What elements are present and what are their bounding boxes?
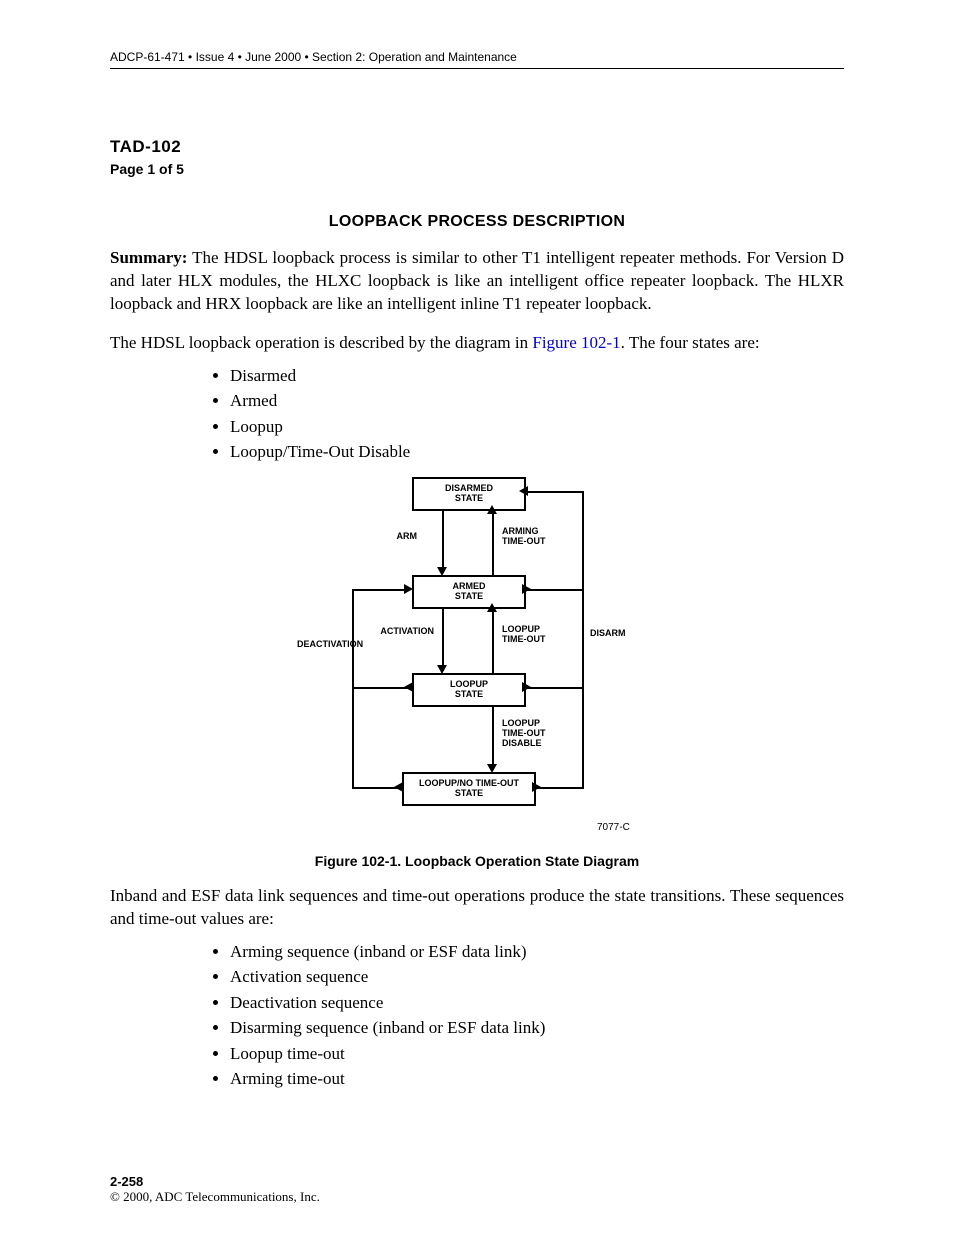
diagram-code: 7077-C — [597, 822, 630, 833]
label-arming-timeout: ARMINGTIME-OUT — [502, 527, 562, 547]
figure-link[interactable]: Figure 102-1 — [532, 333, 620, 352]
list-item: Loopup/Time-Out Disable — [230, 439, 844, 465]
list-item: Deactivation sequence — [230, 990, 844, 1016]
sequence-list: Arming sequence (inband or ESF data link… — [230, 939, 844, 1092]
list-item: Armed — [230, 388, 844, 414]
state-diagram: DISARMEDSTATE ARMEDSTATE LOOPUPSTATE LOO… — [110, 477, 844, 837]
box-armed: ARMEDSTATE — [412, 575, 526, 609]
box-disarmed: DISARMEDSTATE — [412, 477, 526, 511]
label-deactivation: DEACTIVATION — [297, 640, 367, 650]
label-loopup-timeout: LOOPUPTIME-OUT — [502, 625, 562, 645]
state-list: Disarmed Armed Loopup Loopup/Time-Out Di… — [230, 363, 844, 465]
box-notimeout: LOOPUP/NO TIME-OUTSTATE — [402, 772, 536, 806]
intro-paragraph: The HDSL loopback operation is described… — [110, 332, 844, 355]
label-arm: ARM — [367, 532, 417, 542]
list-item: Arming time-out — [230, 1066, 844, 1092]
intro-pre: The HDSL loopback operation is described… — [110, 333, 532, 352]
list-item: Loopup — [230, 414, 844, 440]
list-item: Disarming sequence (inband or ESF data l… — [230, 1015, 844, 1041]
label-loopup-timeout-disable: LOOPUPTIME-OUTDISABLE — [502, 719, 562, 749]
tad-block: TAD-102 Page 1 of 5 — [110, 137, 844, 177]
footer-page-number: 2-258 — [110, 1174, 320, 1189]
summary-text: The HDSL loopback process is similar to … — [110, 248, 844, 313]
list-item: Disarmed — [230, 363, 844, 389]
intro-post: . The four states are: — [621, 333, 760, 352]
label-activation: ACTIVATION — [372, 627, 434, 637]
list-item: Activation sequence — [230, 964, 844, 990]
page-header: ADCP-61-471 • Issue 4 • June 2000 • Sect… — [110, 50, 844, 69]
summary-label: Summary: — [110, 248, 187, 267]
section-title: LOOPBACK PROCESS DESCRIPTION — [110, 213, 844, 231]
transitions-paragraph: Inband and ESF data link sequences and t… — [110, 885, 844, 931]
list-item: Loopup time-out — [230, 1041, 844, 1067]
figure-caption: Figure 102-1. Loopback Operation State D… — [110, 853, 844, 869]
list-item: Arming sequence (inband or ESF data link… — [230, 939, 844, 965]
label-disarm: DISARM — [590, 629, 645, 639]
tad-page: Page 1 of 5 — [110, 161, 844, 177]
tad-code: TAD-102 — [110, 137, 844, 157]
box-loopup: LOOPUPSTATE — [412, 673, 526, 707]
footer-copyright: © 2000, ADC Telecommunications, Inc. — [110, 1189, 320, 1205]
page-footer: 2-258 © 2000, ADC Telecommunications, In… — [110, 1174, 320, 1205]
summary-paragraph: Summary: The HDSL loopback process is si… — [110, 247, 844, 316]
